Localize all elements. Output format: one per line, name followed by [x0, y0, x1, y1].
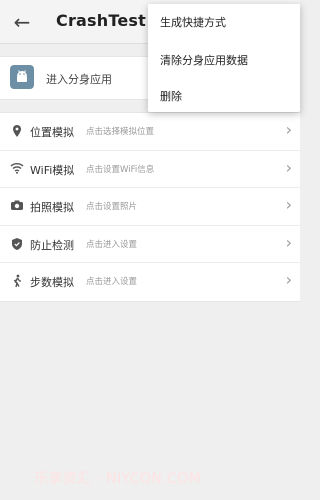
walking-icon — [10, 274, 24, 288]
menu-item-delete[interactable]: 删除 — [160, 88, 182, 104]
location-label: 位置模拟 — [30, 126, 74, 139]
anti-detect-label: 防止检测 — [30, 238, 74, 252]
wifi-hint: 点击设置WiFi信息 — [86, 164, 155, 175]
chevron-right-icon: › — [285, 157, 292, 177]
chevron-right-icon: › — [285, 120, 292, 139]
chevron-right-icon: › — [285, 232, 292, 252]
android-robot-icon — [17, 70, 27, 82]
camera-hint: 点击设置照片 — [86, 202, 138, 212]
overflow-menu: 生成快捷方式 清除分身应用数据 删除 — [148, 4, 300, 112]
settings-list: 位置模拟 点击选择模拟位置 › WiFi模拟 点击设置WiFi信息 › 拍照模拟… — [0, 112, 300, 302]
app-title: CrashTest — [56, 11, 146, 30]
steps-label: 步数模拟 — [30, 276, 74, 289]
back-arrow-icon[interactable]: ← — [10, 10, 34, 34]
list-item-location[interactable]: 位置模拟 点击选择模拟位置 › — [0, 113, 300, 151]
location-hint: 点击选择模拟位置 — [86, 127, 155, 137]
menu-item-clear-clone-data[interactable]: 清除分身应用数据 — [160, 52, 248, 68]
watermark: 乐享资汇 · NIYCON.COM — [34, 471, 202, 487]
android-app-icon — [10, 65, 34, 89]
enter-clone-app-label: 进入分身应用 — [46, 73, 112, 86]
steps-hint: 点击进入设置 — [86, 277, 138, 287]
list-item-steps[interactable]: 步数模拟 点击进入设置 › — [0, 263, 300, 301]
menu-item-create-shortcut[interactable]: 生成快捷方式 — [160, 14, 226, 30]
list-item-camera[interactable]: 拍照模拟 点击设置照片 › — [0, 188, 300, 226]
location-pin-icon — [10, 124, 24, 138]
list-item-wifi[interactable]: WiFi模拟 点击设置WiFi信息 › — [0, 151, 300, 188]
chevron-right-icon: › — [285, 270, 292, 289]
list-item-anti-detect[interactable]: 防止检测 点击进入设置 › — [0, 226, 300, 263]
camera-icon — [10, 199, 24, 213]
camera-label: 拍照模拟 — [30, 201, 74, 214]
anti-detect-hint: 点击进入设置 — [86, 239, 138, 250]
wifi-icon — [10, 162, 24, 176]
shield-check-icon — [10, 237, 24, 251]
wifi-label: WiFi模拟 — [30, 163, 75, 177]
chevron-right-icon: › — [285, 195, 292, 214]
